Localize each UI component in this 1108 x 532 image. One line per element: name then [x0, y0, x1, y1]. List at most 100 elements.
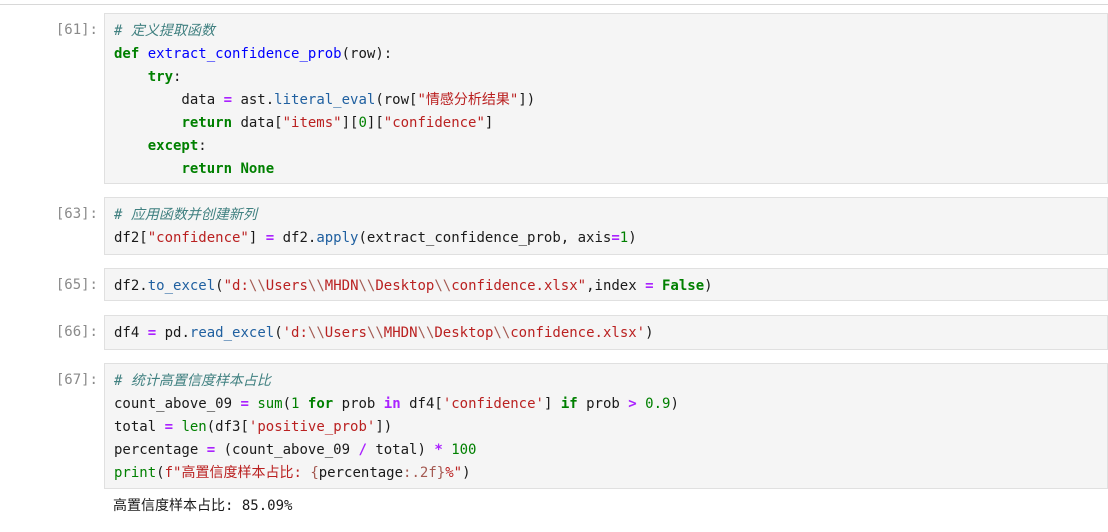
code-token: ,index [586, 278, 646, 294]
code-token: Desktop [375, 278, 435, 294]
code-token: literal_eval [274, 92, 376, 108]
code-line: except: [114, 135, 535, 158]
code-token: apply [316, 230, 359, 246]
code-token: 'positive_prob' [248, 419, 376, 435]
code-token: ]) [375, 419, 393, 435]
code-token: df2 [274, 230, 308, 246]
code-token: extract_confidence_prob [147, 46, 342, 62]
code-token: } [436, 465, 446, 481]
code-token: df2 [114, 278, 140, 294]
code-token: prob [333, 396, 384, 412]
code-cell[interactable]: [67]: # 统计高置信度样本占比 count_above_09 = sum(1 … [0, 363, 1108, 489]
code-token: :.2f [403, 465, 437, 481]
cell-prompt: [65]: [55, 277, 98, 293]
code-token: Users [324, 325, 367, 341]
code-token: ][ [341, 115, 359, 131]
cell-input-area[interactable]: # 应用函数并创建新列 df2["confidence"] = df2.apply… [104, 197, 1108, 255]
code-token: data [114, 92, 224, 108]
code-block: # 统计高置信度样本占比 count_above_09 = sum(1 for p… [114, 370, 679, 485]
code-token: ] [484, 115, 494, 131]
code-token: to_excel [147, 278, 216, 294]
code-token: total) [366, 442, 435, 458]
code-token: = [611, 230, 620, 246]
code-line: return data["items"][0]["confidence"] [114, 112, 535, 135]
code-token: %" [445, 465, 463, 481]
code-token: \\ [493, 325, 511, 341]
code-token: "confidence" [147, 230, 249, 246]
code-cell[interactable]: [65]: df2.to_excel("d:\\Users\\MHDN\\Desk… [0, 268, 1108, 301]
code-line: df2["confidence"] = df2.apply(extract_co… [114, 227, 637, 250]
code-token: MHDN [324, 278, 359, 294]
code-token: pd [156, 325, 182, 341]
code-line: percentage = (count_above_09 / total) * … [114, 439, 679, 462]
code-block: df2.to_excel("d:\\Users\\MHDN\\Desktop\\… [114, 275, 713, 298]
code-token: ) [645, 325, 654, 341]
code-token: (extract_confidence_prob, axis [358, 230, 612, 246]
cell-input-area[interactable]: df2.to_excel("d:\\Users\\MHDN\\Desktop\\… [104, 268, 1108, 301]
code-token: df4 [114, 325, 148, 341]
code-token: count_above_09 [114, 396, 241, 412]
cell-input-area[interactable]: # 定义提取函数 def extract_confidence_prob(row)… [104, 13, 1108, 184]
code-token: percentage [114, 442, 207, 458]
code-token: / [358, 442, 367, 458]
cell-input-area[interactable]: # 统计高置信度样本占比 count_above_09 = sum(1 for p… [104, 363, 1108, 489]
code-line: print(f"高置信度样本占比: {percentage:.2f}%") [114, 462, 679, 485]
code-token: # 定义提取函数 [114, 23, 215, 39]
code-token: . [139, 278, 148, 294]
code-line: try: [114, 66, 535, 89]
code-token: = [223, 92, 233, 108]
code-token: ( [274, 325, 283, 341]
code-token: Desktop [434, 325, 494, 341]
code-token: * [434, 442, 443, 458]
code-token: # 统计高置信度样本占比 [114, 373, 271, 389]
code-token: def [114, 46, 140, 62]
code-token: ) [462, 465, 471, 481]
code-cell[interactable]: [63]: # 应用函数并创建新列 df2["confidence"] = df2.… [0, 197, 1108, 255]
code-token: 100 [451, 442, 477, 458]
code-token: print [114, 465, 157, 481]
code-token: = [265, 230, 275, 246]
code-token: ( [282, 396, 292, 412]
code-token: df4[ [400, 396, 443, 412]
code-line: data = ast.literal_eval(row["情感分析结果"]) [114, 89, 535, 112]
code-token: "情感分析结果" [417, 92, 519, 108]
code-token: (df3[ [206, 419, 249, 435]
code-token: \\ [358, 278, 376, 294]
code-token: \\ [417, 325, 435, 341]
code-token: : [173, 69, 182, 85]
code-token: for [307, 396, 334, 412]
code-token: (row): [341, 46, 393, 62]
cell-67-output: 高置信度样本占比: 85.09% [113, 498, 293, 514]
code-token: False [661, 278, 705, 294]
code-cell[interactable]: [61]: # 定义提取函数 def extract_confidence_prob… [0, 13, 1108, 184]
cell-input-area[interactable]: df4 = pd.read_excel('d:\\Users\\MHDN\\De… [104, 315, 1108, 350]
code-token: \\ [366, 325, 384, 341]
code-block: # 定义提取函数 def extract_confidence_prob(row)… [114, 20, 535, 181]
cell-prompt: [63]: [55, 206, 98, 222]
code-line: # 应用函数并创建新列 [114, 204, 637, 227]
code-token: MHDN [383, 325, 418, 341]
code-token: return [181, 115, 233, 131]
code-token: ] [543, 396, 561, 412]
code-line: def extract_confidence_prob(row): [114, 43, 535, 66]
code-token: . [265, 92, 275, 108]
code-token: ) [628, 230, 637, 246]
code-token: ( [215, 278, 224, 294]
code-line: # 定义提取函数 [114, 20, 535, 43]
code-cell[interactable]: [66]: df4 = pd.read_excel('d:\\Users\\MHD… [0, 315, 1108, 350]
code-token: \\ [248, 278, 266, 294]
code-token: = [645, 278, 654, 294]
code-line: df4 = pd.read_excel('d:\\Users\\MHDN\\De… [114, 322, 654, 345]
code-token: ( [156, 465, 165, 481]
code-token: . [181, 325, 190, 341]
code-token: = [240, 396, 249, 412]
code-token: = [147, 325, 157, 341]
